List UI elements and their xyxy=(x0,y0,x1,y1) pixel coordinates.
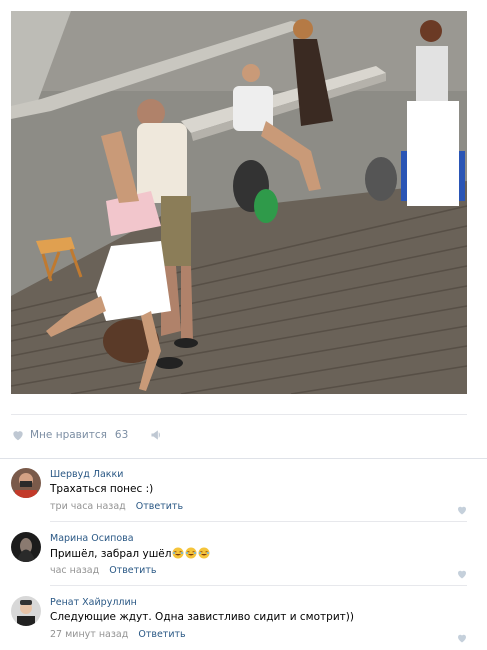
divider xyxy=(0,458,487,459)
post-photo[interactable] xyxy=(11,11,467,394)
laughing-emoji-icon xyxy=(198,547,210,559)
megaphone-icon[interactable] xyxy=(150,428,164,442)
comment-author[interactable]: Ренат Хайруллин xyxy=(50,597,137,608)
avatar[interactable] xyxy=(11,596,41,626)
comment-text: Трахаться понес :) xyxy=(50,483,154,495)
comment-text: Следующие ждут. Одна завистливо сидит и … xyxy=(50,611,354,623)
comment-like-icon[interactable] xyxy=(456,629,468,643)
comment-time[interactable]: час назад xyxy=(50,565,99,576)
comment-meta: 27 минут назад Ответить xyxy=(50,629,186,640)
laughing-emoji-icon xyxy=(185,547,197,559)
reply-button[interactable]: Ответить xyxy=(109,565,156,576)
comment-text-content: Пришёл, забрал ушёл xyxy=(50,548,172,560)
comment-text: Пришёл, забрал ушёл xyxy=(50,547,210,560)
divider xyxy=(50,585,467,586)
comment-meta: час назад Ответить xyxy=(50,565,156,576)
comment-like-icon[interactable] xyxy=(456,565,468,579)
post-actions: Мне нравится 63 xyxy=(11,420,467,450)
reply-button[interactable]: Ответить xyxy=(136,501,183,512)
divider xyxy=(50,521,467,522)
heart-icon[interactable] xyxy=(11,428,25,442)
like-count[interactable]: 63 xyxy=(115,429,128,441)
post-photo-image xyxy=(11,11,467,394)
avatar[interactable] xyxy=(11,532,41,562)
comment-author[interactable]: Шервуд Лакки xyxy=(50,469,123,480)
comment: Ренат Хайруллин Следующие ждут. Одна зав… xyxy=(0,596,487,650)
divider xyxy=(11,414,467,415)
like-button-label[interactable]: Мне нравится xyxy=(30,429,107,441)
comment-author[interactable]: Марина Осипова xyxy=(50,533,134,544)
reply-button[interactable]: Ответить xyxy=(138,629,185,640)
comment-time[interactable]: три часа назад xyxy=(50,501,126,512)
avatar[interactable] xyxy=(11,468,41,498)
comment-meta: три часа назад Ответить xyxy=(50,501,183,512)
comment-like-icon[interactable] xyxy=(456,501,468,515)
laughing-emoji-icon xyxy=(172,547,184,559)
comment-time[interactable]: 27 минут назад xyxy=(50,629,128,640)
